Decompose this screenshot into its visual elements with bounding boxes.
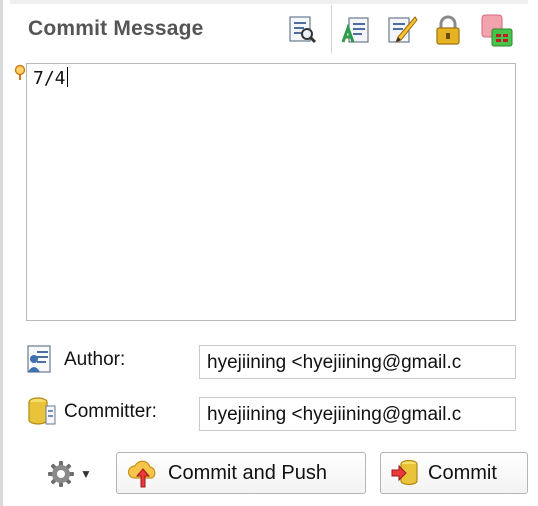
committer-icon <box>26 396 58 433</box>
panel-title: Commit Message <box>28 17 204 40</box>
author-label: Author: <box>64 349 126 370</box>
panel-left-border <box>0 0 3 506</box>
lock-icon <box>436 15 460 45</box>
text-caret <box>66 67 68 87</box>
gear-icon <box>48 461 74 487</box>
staging-button[interactable] <box>478 12 514 48</box>
committer-label: Committer: <box>64 401 157 422</box>
warning-marker-icon <box>14 64 26 87</box>
author-field[interactable]: hyejiining <hyejiining@gmail.c <box>199 345 516 379</box>
committer-field[interactable]: hyejiining <hyejiining@gmail.c <box>199 397 516 431</box>
settings-menu-button[interactable]: ▼ <box>46 456 98 492</box>
sign-off-button[interactable] <box>338 12 374 48</box>
chevron-down-icon: ▼ <box>80 467 92 481</box>
panel-top-strip <box>10 0 528 4</box>
commit-button[interactable]: Commit <box>380 452 528 494</box>
toolbar-separator <box>331 5 332 53</box>
commit-message-text: 7/4 <box>33 68 66 89</box>
staging-icon <box>481 14 513 47</box>
commit-message-textarea[interactable]: 7/4 <box>26 63 516 321</box>
commit-icon <box>390 459 420 487</box>
author-icon <box>26 344 58 379</box>
commit-and-push-label: Commit and Push <box>168 461 327 484</box>
commit-and-push-button[interactable]: Commit and Push <box>116 452 366 494</box>
preview-icon <box>289 16 317 44</box>
spell-edit-button[interactable] <box>384 12 420 48</box>
preview-button[interactable] <box>284 12 320 48</box>
spell-edit-icon <box>388 16 418 43</box>
commit-label: Commit <box>428 461 497 484</box>
sign-off-icon <box>341 17 369 43</box>
lock-button[interactable] <box>430 12 466 48</box>
cloud-upload-icon <box>126 458 160 488</box>
